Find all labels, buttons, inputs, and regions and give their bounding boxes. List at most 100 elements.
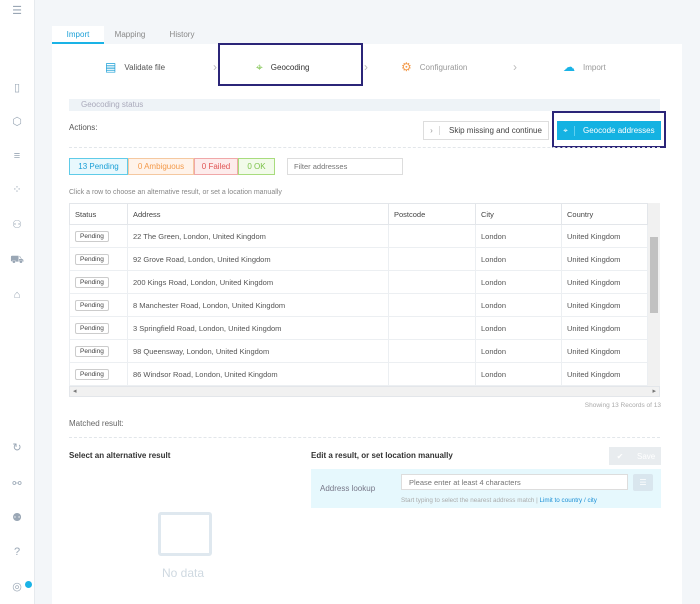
table-row[interactable]: Pending 86 Windsor Road, London, United K… — [69, 362, 648, 386]
cell-country: United Kingdom — [561, 362, 648, 386]
cell-postcode — [388, 224, 476, 248]
cell-postcode — [388, 339, 476, 363]
chevron-right-icon: › — [364, 60, 368, 74]
table-row[interactable]: Pending 8 Manchester Road, London, United… — [69, 293, 648, 317]
cell-address: 92 Grove Road, London, United Kingdom — [127, 247, 389, 271]
filter-pending[interactable]: 13 Pending — [69, 158, 128, 175]
cell-city: London — [475, 293, 562, 317]
lookup-help-text: Start typing to select the nearest addre… — [401, 497, 538, 504]
cell-address: 22 The Green, London, United Kingdom — [127, 224, 389, 248]
table-row[interactable]: Pending 92 Grove Road, London, United Kin… — [69, 247, 648, 271]
addresses-table: Status Address Postcode City Country Pen… — [69, 203, 648, 386]
save-button[interactable]: ✔ Save — [609, 447, 661, 465]
cell-postcode — [388, 316, 476, 340]
cell-city: London — [475, 339, 562, 363]
table-row[interactable]: Pending 200 Kings Road, London, United Ki… — [69, 270, 648, 294]
geocoding-status: Geocoding status — [69, 99, 660, 111]
cell-address: 3 Springfield Road, London, United Kingd… — [127, 316, 389, 340]
address-list-icon[interactable]: ☰ — [633, 474, 653, 491]
filter-ok[interactable]: 0 OK — [238, 158, 275, 175]
cell-city: London — [475, 270, 562, 294]
actions-label: Actions: — [69, 123, 98, 132]
column-header-city[interactable]: City — [475, 203, 562, 225]
box-icon[interactable]: ⬡ — [10, 115, 24, 129]
table-row[interactable]: Pending 22 The Green, London, United King… — [69, 224, 648, 248]
cloud-upload-icon: ☁ — [563, 60, 575, 74]
records-count: Showing 13 Records of 13 — [584, 402, 661, 409]
cell-status: Pending — [69, 339, 128, 363]
status-badge: Pending — [75, 276, 109, 288]
cell-postcode — [388, 247, 476, 271]
filter-ambiguous[interactable]: 0 Ambiguous — [128, 158, 194, 175]
hint-text: Click a row to choose an alternative res… — [69, 189, 282, 196]
grid-icon[interactable]: ⁘ — [10, 183, 24, 197]
compass-icon[interactable]: ◎ — [10, 580, 24, 594]
cell-country: United Kingdom — [561, 270, 648, 294]
tab-history[interactable]: History — [156, 26, 208, 44]
cell-country: United Kingdom — [561, 247, 648, 271]
cell-address: 86 Windsor Road, London, United Kingdom — [127, 362, 389, 386]
skip-label: Skip missing and continue — [449, 126, 542, 135]
map-icon[interactable]: ▯ — [10, 81, 24, 95]
network-icon[interactable]: ⚯ — [10, 477, 24, 491]
table-row[interactable]: Pending 3 Springfield Road, London, Unite… — [69, 316, 648, 340]
cell-status: Pending — [69, 224, 128, 248]
column-header-postcode[interactable]: Postcode — [388, 203, 476, 225]
cell-city: London — [475, 316, 562, 340]
notification-dot — [25, 581, 32, 588]
column-header-status[interactable]: Status — [69, 203, 128, 225]
step-label: Import — [583, 62, 606, 72]
cell-status: Pending — [69, 293, 128, 317]
team-icon[interactable]: ⚉ — [10, 511, 24, 525]
status-badge: Pending — [75, 299, 109, 311]
chevron-right-icon: › — [213, 60, 217, 74]
skip-missing-button[interactable]: › Skip missing and continue — [423, 121, 549, 140]
tab-bar: Import Mapping History — [52, 26, 208, 44]
menu-icon[interactable]: ☰ — [10, 4, 24, 18]
cell-status: Pending — [69, 362, 128, 386]
save-label: Save — [637, 451, 656, 461]
step-validate: ▤ Validate file — [105, 60, 165, 74]
edit-result-title: Edit a result, or set location manually — [311, 451, 453, 460]
address-lookup-panel: Address lookup ☰ Start typing to select … — [311, 469, 661, 508]
truck-icon[interactable]: ⛟ — [10, 253, 24, 267]
column-header-country[interactable]: Country — [561, 203, 648, 225]
cell-status: Pending — [69, 247, 128, 271]
column-header-address[interactable]: Address — [127, 203, 389, 225]
filter-failed[interactable]: 0 Failed — [194, 158, 238, 175]
vertical-scrollbar[interactable] — [648, 203, 660, 386]
matched-result-label: Matched result: — [69, 419, 124, 428]
filter-addresses-input[interactable] — [287, 158, 403, 175]
scrollbar-thumb[interactable] — [650, 237, 658, 313]
chevron-right-icon: › — [424, 126, 440, 135]
tab-mapping[interactable]: Mapping — [104, 26, 156, 44]
users-icon[interactable]: ⚇ — [10, 218, 24, 232]
store-icon[interactable]: ⌂ — [10, 288, 24, 302]
step-import: ☁ Import — [563, 60, 606, 74]
cell-country: United Kingdom — [561, 293, 648, 317]
cell-city: London — [475, 224, 562, 248]
status-badge: Pending — [75, 368, 109, 380]
cell-status: Pending — [69, 270, 128, 294]
file-icon: ▤ — [105, 60, 117, 74]
chevron-right-icon: › — [513, 60, 517, 74]
cell-address: 98 Queensway, London, United Kingdom — [127, 339, 389, 363]
alternative-result-title: Select an alternative result — [69, 451, 171, 460]
cell-country: United Kingdom — [561, 224, 648, 248]
address-lookup-label: Address lookup — [320, 484, 376, 493]
tab-import[interactable]: Import — [52, 26, 104, 44]
sync-icon[interactable]: ↻ — [10, 441, 24, 455]
step-label: Validate file — [124, 62, 166, 72]
cell-country: United Kingdom — [561, 316, 648, 340]
address-lookup-input[interactable] — [401, 474, 628, 490]
cell-status: Pending — [69, 316, 128, 340]
table-row[interactable]: Pending 98 Queensway, London, United King… — [69, 339, 648, 363]
status-badge: Pending — [75, 322, 109, 334]
cell-address: 8 Manchester Road, London, United Kingdo… — [127, 293, 389, 317]
list-icon[interactable]: ≡ — [10, 149, 24, 163]
cell-address: 200 Kings Road, London, United Kingdom — [127, 270, 389, 294]
cell-postcode — [388, 270, 476, 294]
help-icon[interactable]: ? — [10, 545, 24, 559]
horizontal-scrollbar[interactable]: ◂ ▸ — [69, 386, 660, 397]
limit-country-link[interactable]: Limit to country / city — [540, 497, 597, 504]
